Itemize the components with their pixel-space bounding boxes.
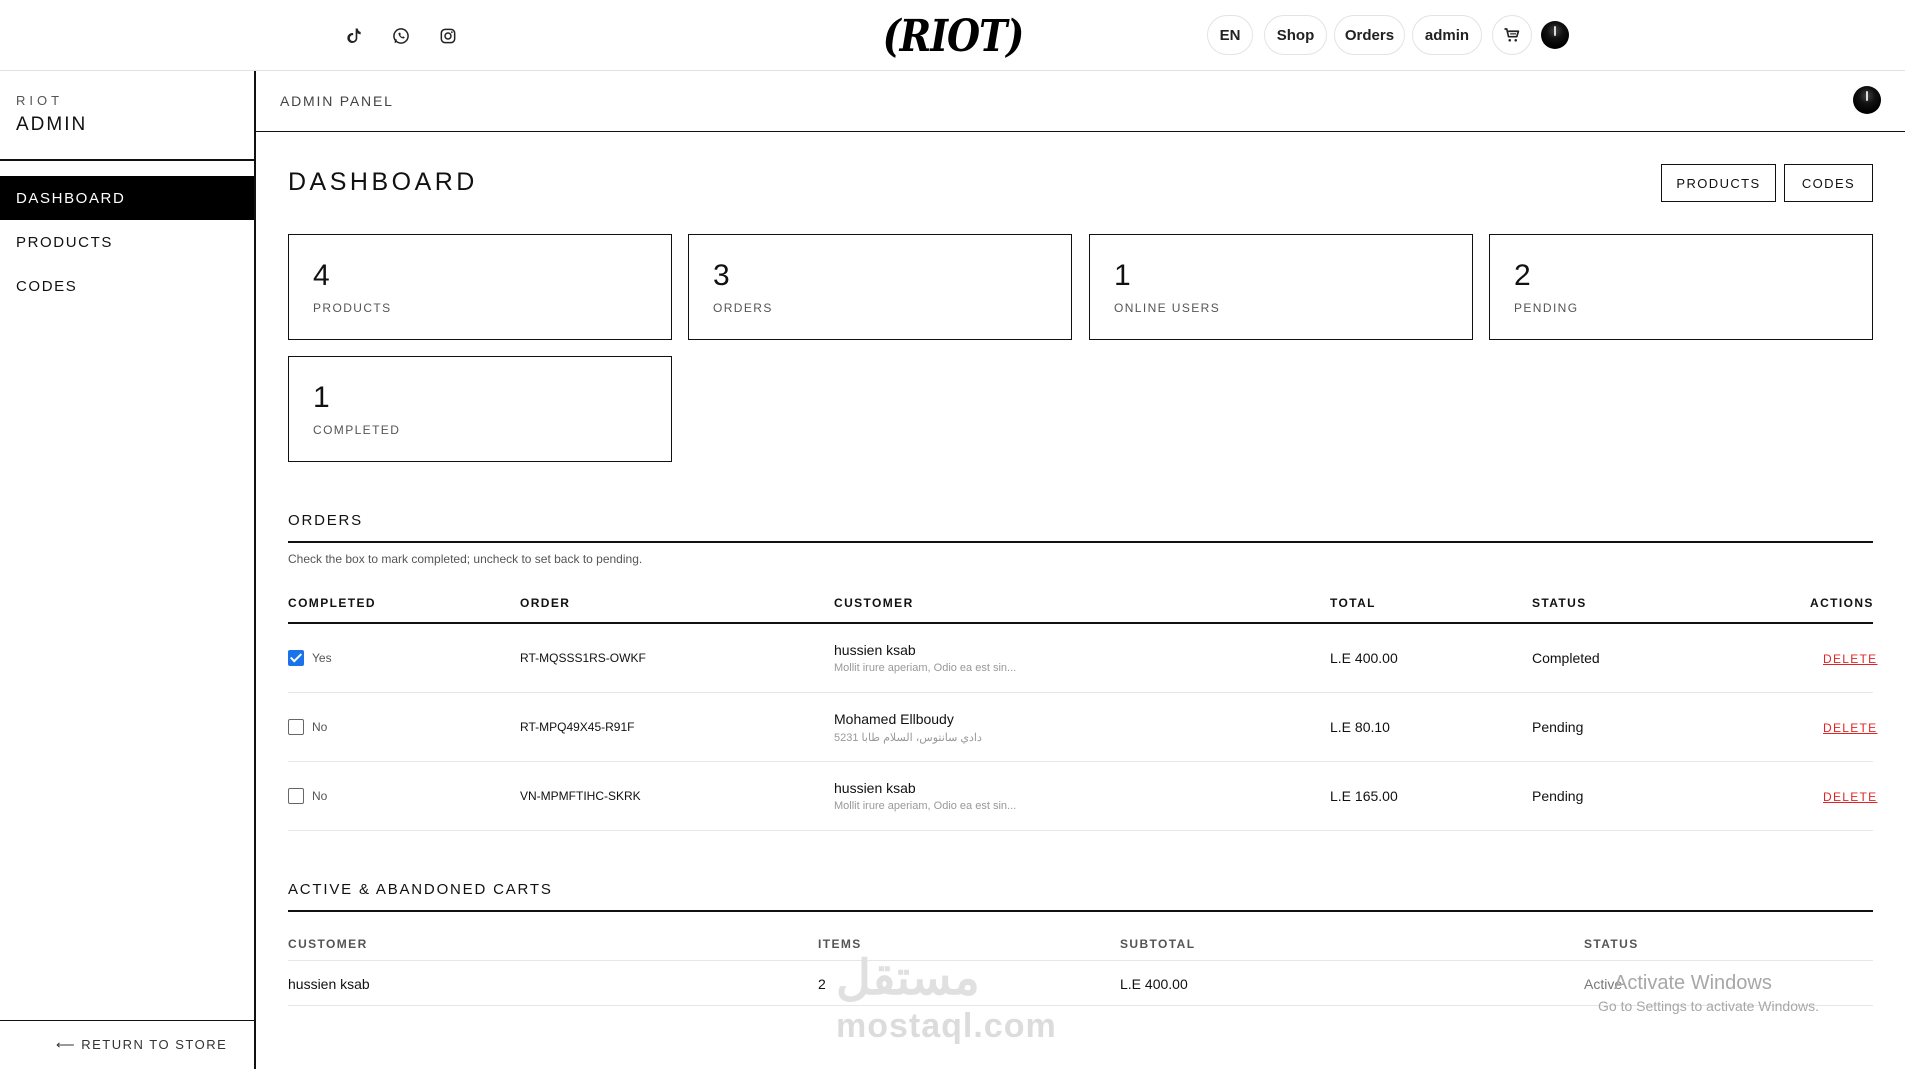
admin-sidebar: RIOT ADMIN DASHBOARD PRODUCTS CODES ⟵ RE…	[0, 71, 256, 1069]
delete-order-link[interactable]: DELETE	[1823, 790, 1877, 804]
sidebar-footer-divider	[0, 1020, 254, 1021]
customer-address: Mollit irure aperiam, Odio ea est sin...	[834, 800, 1017, 812]
stat-label: PENDING	[1514, 301, 1579, 315]
customer-name: Mohamed Ellboudy	[834, 711, 954, 727]
row-divider	[288, 830, 1873, 831]
shop-link[interactable]: Shop	[1264, 15, 1327, 55]
completed-checkbox[interactable]	[288, 788, 304, 804]
col-customer: CUSTOMER	[834, 596, 914, 610]
page-title: DASHBOARD	[288, 168, 478, 196]
order-total: L.E 165.00	[1330, 788, 1398, 804]
activate-windows-subtitle: Go to Settings to activate Windows.	[1598, 998, 1819, 1014]
col-actions: ACTIONS	[1810, 596, 1874, 610]
watermark-arabic: مستقل	[836, 952, 980, 1005]
stat-label: COMPLETED	[313, 423, 401, 437]
admin-user-link[interactable]: admin	[1412, 15, 1482, 55]
admin-panel-header: ADMIN PANEL	[256, 71, 1905, 132]
customer-address: Mollit irure aperiam, Odio ea est sin...	[834, 662, 1017, 674]
customer-name: hussien ksab	[834, 642, 916, 658]
sidebar-brand-title: ADMIN	[16, 114, 88, 135]
sidebar-item-products[interactable]: PRODUCTS	[0, 220, 254, 264]
orders-header-rule	[288, 622, 1873, 624]
orders-link[interactable]: Orders	[1334, 15, 1405, 55]
completed-text: Yes	[312, 651, 332, 665]
stat-value: 1	[1114, 259, 1131, 292]
col-cart-subtotal: SUBTOTAL	[1120, 937, 1196, 951]
panel-avatar[interactable]	[1853, 86, 1881, 114]
stat-value: 1	[313, 381, 330, 414]
carts-header-rule	[288, 960, 1873, 961]
cart-subtotal: L.E 400.00	[1120, 976, 1188, 992]
whatsapp-icon[interactable]	[389, 24, 413, 48]
stat-card-completed: 1 COMPLETED	[288, 356, 672, 462]
orders-section-title: ORDERS	[288, 512, 363, 529]
completed-checkbox[interactable]	[288, 650, 304, 666]
completed-checkbox[interactable]	[288, 719, 304, 735]
col-order: ORDER	[520, 596, 571, 610]
stat-card-products: 4 PRODUCTS	[288, 234, 672, 340]
col-completed: COMPLETED	[288, 596, 376, 610]
watermark-text: mostaql.com	[836, 1007, 1057, 1045]
order-id: RT-MQSSS1RS-OWKF	[520, 651, 646, 665]
order-status: Pending	[1532, 719, 1584, 735]
sidebar-item-codes[interactable]: CODES	[0, 264, 254, 308]
tiktok-icon[interactable]	[342, 24, 366, 48]
stat-card-orders: 3 ORDERS	[688, 234, 1072, 340]
customer-address: 5231 دادي سانتوس، السلام طابا	[834, 732, 982, 744]
user-avatar[interactable]	[1541, 21, 1569, 49]
cart-icon	[1504, 28, 1520, 42]
order-id: RT-MPQ49X45-R91F	[520, 720, 635, 734]
cart-button[interactable]	[1492, 15, 1532, 55]
completed-text: No	[312, 789, 328, 803]
instagram-icon[interactable]	[436, 24, 460, 48]
col-total: TOTAL	[1330, 596, 1376, 610]
cart-items: 2	[818, 976, 826, 992]
stat-value: 3	[713, 259, 730, 292]
col-status: STATUS	[1532, 596, 1587, 610]
carts-section-rule	[288, 910, 1873, 912]
row-divider	[288, 692, 1873, 693]
sidebar-brand-small: RIOT	[16, 93, 64, 108]
order-total: L.E 80.10	[1330, 719, 1390, 735]
row-divider	[288, 761, 1873, 762]
stat-label: ONLINE USERS	[1114, 301, 1221, 315]
stat-card-online-users: 1 ONLINE USERS	[1089, 234, 1473, 340]
order-total: L.E 400.00	[1330, 650, 1398, 666]
cart-customer: hussien ksab	[288, 976, 370, 992]
orders-hint: Check the box to mark completed; uncheck…	[288, 552, 643, 566]
customer-name: hussien ksab	[834, 780, 916, 796]
order-id: VN-MPMFTIHC-SKRK	[520, 789, 641, 803]
codes-button[interactable]: CODES	[1784, 164, 1873, 202]
orders-section-rule	[288, 541, 1873, 543]
stat-value: 4	[313, 259, 330, 292]
products-button[interactable]: PRODUCTS	[1661, 164, 1776, 202]
activate-windows-title: Activate Windows	[1614, 972, 1772, 994]
riot-logo[interactable]: (RIOT)	[883, 2, 1025, 69]
stat-card-pending: 2 PENDING	[1489, 234, 1873, 340]
order-status: Pending	[1532, 788, 1584, 804]
carts-section-title: ACTIVE & ABANDONED CARTS	[288, 881, 553, 898]
sidebar-divider	[0, 159, 254, 161]
delete-order-link[interactable]: DELETE	[1823, 652, 1877, 666]
col-cart-customer: CUSTOMER	[288, 937, 368, 951]
stat-label: ORDERS	[713, 301, 773, 315]
col-cart-items: ITEMS	[818, 937, 862, 951]
top-navbar: (RIOT) EN Shop Orders admin	[0, 0, 1905, 71]
sidebar-item-dashboard[interactable]: DASHBOARD	[0, 176, 254, 220]
logo-text: RIOT	[899, 9, 1008, 61]
return-to-store-link[interactable]: ⟵ RETURN TO STORE	[56, 1037, 227, 1053]
language-button[interactable]: EN	[1207, 15, 1253, 55]
completed-text: No	[312, 720, 328, 734]
order-status: Completed	[1532, 650, 1600, 666]
col-cart-status: STATUS	[1584, 937, 1639, 951]
stat-value: 2	[1514, 259, 1531, 292]
delete-order-link[interactable]: DELETE	[1823, 721, 1877, 735]
panel-title: ADMIN PANEL	[280, 93, 394, 109]
stat-label: PRODUCTS	[313, 301, 392, 315]
